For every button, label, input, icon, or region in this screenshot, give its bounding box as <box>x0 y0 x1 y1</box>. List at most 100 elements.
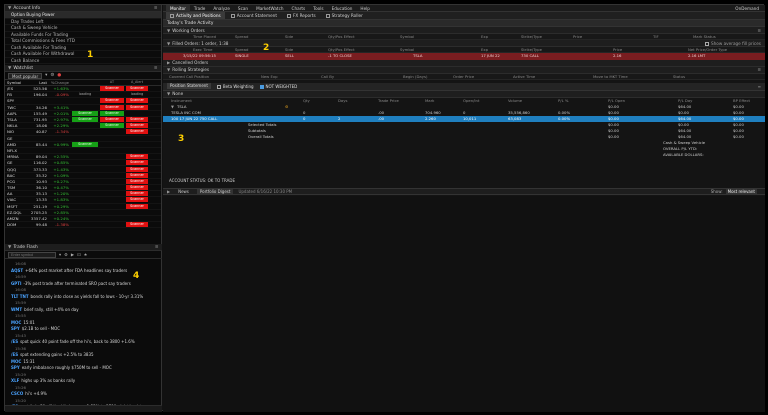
scanner-alert-cell[interactable] <box>126 136 148 141</box>
scanner-alert-cell[interactable] <box>100 167 124 172</box>
scanner-alert-cell[interactable] <box>100 160 124 165</box>
scanner-alert-cell[interactable]: Scanner <box>126 129 148 135</box>
col-header[interactable]: New Exp <box>261 74 278 80</box>
scanner-alert-cell[interactable]: Scanner <box>126 98 148 104</box>
scanner-alert-cell[interactable] <box>72 185 98 190</box>
tab-marketwatch[interactable]: MarketWatch <box>252 5 287 12</box>
col-header[interactable]: Strike/Type <box>521 34 542 40</box>
tab-analyze[interactable]: Analyze <box>209 5 234 12</box>
tab-scan[interactable]: Scan <box>234 5 252 12</box>
symbol-cell[interactable]: EZ.DQL <box>7 210 29 215</box>
scanner-alert-cell[interactable]: Scanner <box>126 203 148 209</box>
scanner-alert-cell[interactable] <box>72 136 98 141</box>
flash-item[interactable]: TLT TNT bonds rally into close as yields … <box>11 294 156 301</box>
scanner-alert-cell[interactable] <box>72 204 98 209</box>
scanner-alert-cell[interactable] <box>126 216 148 221</box>
scanner-alert-cell[interactable]: Scanner <box>126 154 148 160</box>
col-header[interactable]: Call By <box>321 74 334 80</box>
symbol-cell[interactable]: BAC <box>7 173 29 178</box>
scanner-alert-cell[interactable] <box>100 185 124 190</box>
group-none-header[interactable]: ▼ None <box>163 90 765 98</box>
scanner-alert-cell[interactable] <box>126 148 148 153</box>
col-header[interactable]: Last <box>29 80 47 85</box>
subtab-account-statement[interactable]: Account Statement <box>227 12 281 19</box>
scanner-alert-cell[interactable]: Scanner <box>126 117 148 123</box>
col-header[interactable]: Qty/Pos Effect <box>328 34 355 40</box>
scanner-alert-cell[interactable] <box>72 105 98 110</box>
col-header[interactable]: Active Time <box>513 74 535 80</box>
menu-icon[interactable]: ≡ <box>758 84 761 89</box>
filter-icon[interactable]: ▾ <box>59 252 61 257</box>
symbol-cell[interactable]: AA <box>7 191 29 196</box>
show-avg-checkbox[interactable]: Show average fill prices <box>704 41 761 46</box>
col-header[interactable]: Symbol <box>400 34 414 40</box>
flash-symbol[interactable]: XLF <box>11 378 19 383</box>
scanner-alert-cell[interactable] <box>100 204 124 209</box>
col-header[interactable]: Mark Status <box>693 34 716 40</box>
scanner-alert-cell[interactable] <box>100 179 124 184</box>
symbol-cell[interactable]: AMZN <box>7 216 29 221</box>
scanner-alert-cell[interactable]: Scanner <box>100 98 124 104</box>
symbol-cell[interactable]: GE <box>7 160 29 165</box>
not-weighted-select[interactable]: NOT WEIGHTED <box>259 84 297 89</box>
col-header[interactable]: Move to MKT Time <box>593 74 628 80</box>
subtab-fx-reports[interactable]: FX Reports <box>283 12 320 19</box>
flash-symbol[interactable]: WMT <box>11 307 22 312</box>
col-header[interactable]: Status <box>673 74 685 80</box>
scanner-alert-cell[interactable]: Scanner <box>100 86 124 92</box>
scanner-alert-cell[interactable] <box>100 154 124 159</box>
play-icon[interactable]: ▶ <box>71 252 74 257</box>
on-demand-button[interactable]: OnDemand <box>735 6 765 11</box>
account-info-row[interactable]: Cash Balance <box>5 58 161 64</box>
trade-flash-header[interactable]: ▼ Trade Flash ≡ <box>5 244 162 251</box>
symbol-cell[interactable]: FB <box>7 92 29 97</box>
scanner-alert-cell[interactable]: Scanner <box>126 172 148 178</box>
scanner-alert-cell[interactable] <box>100 173 124 178</box>
tab-portfolio-digest[interactable]: Portfolio Digest <box>196 189 234 194</box>
flash-symbol[interactable]: /ES <box>11 352 18 357</box>
col-header[interactable]: Order Price <box>453 74 474 80</box>
symbol-cell[interactable]: TWC <box>7 105 29 110</box>
scanner-alert-cell[interactable] <box>100 197 124 202</box>
scanner-alert-cell[interactable] <box>72 123 98 128</box>
col-header[interactable]: Spread <box>235 34 248 40</box>
scanner-alert-cell[interactable] <box>72 216 98 221</box>
symbol-cell[interactable]: NFLX <box>7 148 29 153</box>
scanner-alert-cell[interactable] <box>72 173 98 178</box>
scanner-alert-cell[interactable] <box>126 142 148 147</box>
subtab-strategy-roller[interactable]: Strategy Roller <box>322 12 367 19</box>
symbol-cell[interactable]: QQQ <box>7 167 29 172</box>
scanner-alert-cell[interactable]: Scanner <box>100 110 124 116</box>
col-header[interactable]: Time Placed <box>193 34 216 40</box>
col-header[interactable]: Price <box>573 34 582 40</box>
scanner-alert-cell[interactable]: Scanner <box>126 160 148 166</box>
scanner-alert-cell[interactable]: Scanner <box>100 104 124 110</box>
flash-symbol[interactable]: /ES <box>11 339 18 344</box>
settings-icon[interactable]: ⚙ <box>64 252 68 257</box>
beta-weighting-checkbox[interactable]: Beta Weighting <box>216 84 254 89</box>
tab-trade[interactable]: Trade <box>190 5 209 12</box>
symbol-cell[interactable]: GE <box>7 136 29 141</box>
menu-icon[interactable]: ≡ <box>757 67 761 72</box>
symbol-cell[interactable]: DOM <box>7 222 29 227</box>
scanner-alert-cell[interactable]: Scanner <box>100 117 124 123</box>
relevance-select[interactable]: Most relevant <box>725 189 757 194</box>
symbol-cell[interactable]: TSM <box>7 185 29 190</box>
scanner-alert-cell[interactable] <box>72 148 98 153</box>
flash-symbol[interactable]: SPY <box>11 326 20 331</box>
scanner-alert-cell[interactable]: Scanner <box>126 104 148 110</box>
scanner-alert-cell[interactable]: Scanner <box>126 86 148 92</box>
symbol-cell[interactable]: SPY <box>7 98 29 103</box>
collapse-icon[interactable]: ▼ <box>167 67 170 72</box>
menu-icon[interactable]: ≡ <box>155 245 159 250</box>
flash-symbol[interactable]: SPY <box>11 365 20 370</box>
scanner-alert-cell[interactable] <box>126 111 148 116</box>
symbol-cell[interactable]: AMD <box>7 142 29 147</box>
scanner-alert-cell[interactable]: Scanner <box>72 110 98 116</box>
scanner-alert-cell[interactable] <box>72 129 98 134</box>
symbol-cell[interactable]: /ES <box>7 86 29 91</box>
scanner-alert-cell[interactable] <box>72 160 98 165</box>
flash-symbol[interactable]: MOC <box>11 359 21 364</box>
scanner-alert-cell[interactable] <box>100 142 124 147</box>
menu-icon[interactable]: ≡ <box>757 28 761 33</box>
